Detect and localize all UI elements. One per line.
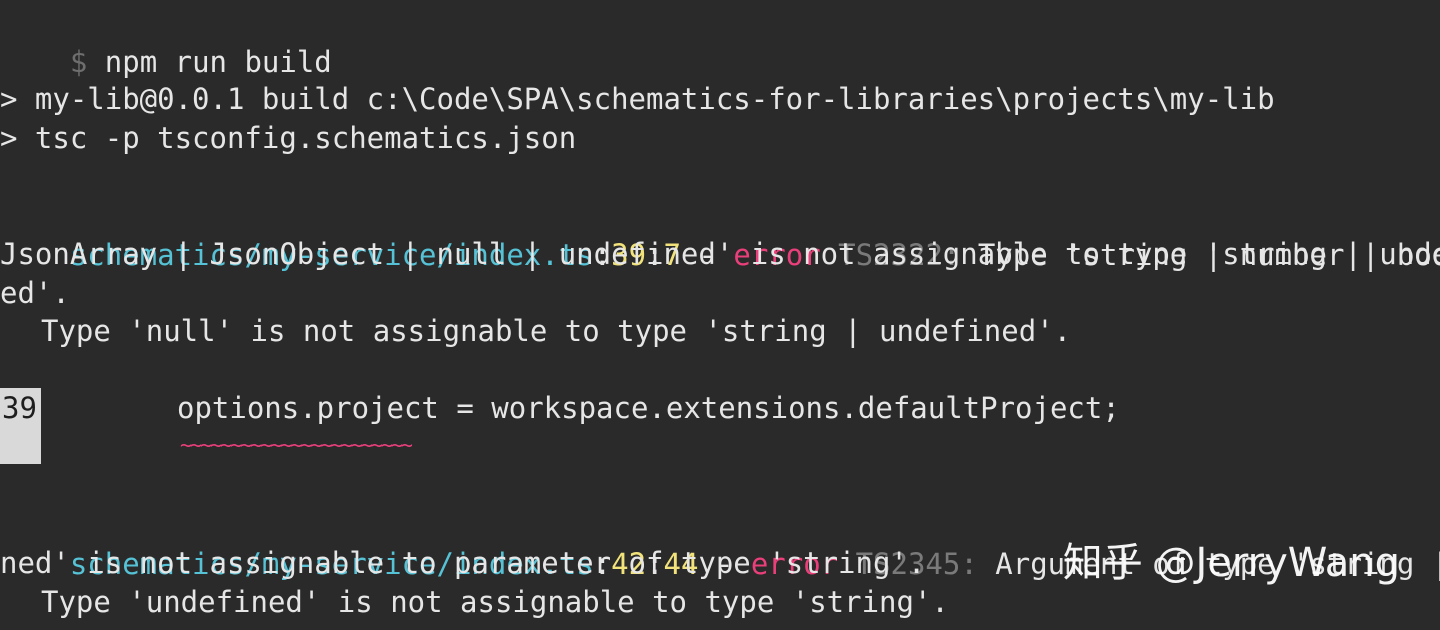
script-line-build: > my-lib@0.0.1 build c:\Code\SPA\schemat… (0, 82, 1275, 116)
error-detail: Type 'null' is not assignable to type 's… (41, 314, 1072, 348)
error-message-continued: ed'. (0, 276, 70, 310)
watermark: 知乎 @JerryWang (1062, 540, 1400, 586)
error-message-continued: JsonArray | JsonObject | null | undefine… (0, 237, 1440, 271)
command-text: npm run build (104, 45, 332, 79)
code-frame-underline: ~~~~~~~~~~~~~~~~~~~~~~~ (180, 433, 413, 457)
terminal-window: $ npm run build > my-lib@0.0.1 build c:\… (0, 0, 1440, 630)
script-line-tsc: > tsc -p tsconfig.schematics.json (0, 121, 577, 155)
code-frame-line-number: 39 (2, 391, 37, 425)
command-line: $ npm run build (0, 2, 332, 79)
error-message-continued: ned' is not assignable to parameter of t… (0, 546, 926, 580)
error-header: schematics/my-service/index.ts:39:7 - er… (0, 195, 1440, 272)
code-frame-source: options.project = workspace.extensions.d… (177, 391, 1120, 425)
error-detail: Type 'undefined' is not assignable to ty… (41, 585, 949, 619)
prompt-symbol: $ (69, 45, 88, 79)
